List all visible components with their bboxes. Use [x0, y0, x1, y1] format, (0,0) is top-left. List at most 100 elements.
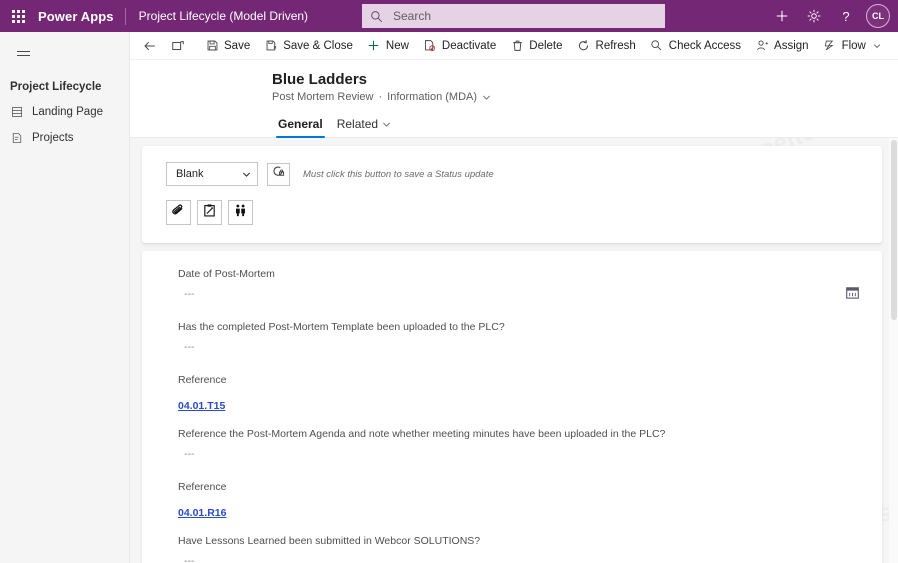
refresh-icon	[577, 39, 591, 53]
status-card: Blank	[142, 146, 882, 243]
field-value[interactable]: ---	[178, 551, 858, 563]
deactivate-icon	[423, 39, 437, 53]
notes-button[interactable]	[197, 200, 222, 225]
status-row: Blank	[166, 162, 858, 186]
chevron-down-icon[interactable]	[482, 93, 491, 102]
field-value[interactable]: ---	[178, 337, 858, 355]
top-header-actions: ? CL	[766, 0, 898, 32]
status-dropdown[interactable]: Blank	[166, 162, 258, 186]
field-label: Reference	[178, 480, 858, 497]
field-label: Reference	[178, 373, 858, 390]
command-label: Delete	[529, 40, 562, 52]
new-record-button[interactable]: New	[360, 33, 416, 59]
global-search[interactable]	[362, 4, 665, 28]
sidebar-item-projects[interactable]: Projects	[0, 125, 129, 151]
field-label: Has the completed Post-Mortem Template b…	[178, 320, 858, 337]
field-date-of-post-mortem: Date of Post-Mortem ---	[142, 267, 882, 302]
command-label: Deactivate	[442, 40, 496, 52]
popout-button[interactable]	[164, 33, 192, 59]
form-canvas: onceitolabs onceitolabs onceitolabs once…	[130, 138, 898, 563]
tab-general[interactable]: General	[272, 114, 329, 137]
vertical-scrollbar[interactable]	[889, 138, 898, 563]
sidebar-collapse-button[interactable]	[3, 37, 43, 69]
calendar-icon[interactable]	[845, 285, 860, 300]
power-apps-window: Power Apps Project Lifecycle (Model Driv…	[0, 0, 898, 563]
chevron-down-icon	[382, 120, 391, 129]
page-title: Blue Ladders	[130, 70, 898, 89]
refresh-button[interactable]: Refresh	[570, 33, 643, 59]
save-close-icon	[264, 39, 278, 53]
popout-icon	[171, 39, 185, 53]
status-dropdown-value: Blank	[176, 168, 204, 180]
chevron-down-icon	[242, 170, 251, 179]
sidebar-title: Project Lifecycle	[0, 69, 129, 99]
notes-icon	[202, 203, 217, 223]
field-label: Date of Post-Mortem	[178, 267, 858, 284]
app-launcher-button[interactable]	[0, 0, 36, 32]
app-name-label[interactable]: Project Lifecycle (Model Driven)	[126, 9, 308, 23]
command-label: Check Access	[669, 40, 741, 52]
form-header: Blue Ladders Post Mortem Review · Inform…	[130, 60, 898, 138]
reference-link[interactable]: 04.01.R16	[178, 506, 226, 519]
field-value[interactable]: ---	[178, 284, 858, 302]
field-link-wrap: 04.01.R16	[178, 497, 858, 521]
search-icon	[370, 10, 384, 23]
plus-icon	[367, 39, 381, 53]
field-spacer	[142, 521, 882, 534]
hamburger-icon-line	[17, 51, 30, 52]
tab-related[interactable]: Related	[331, 114, 397, 137]
sidebar-item-landing-page[interactable]: Landing Page	[0, 99, 129, 125]
field-spacer	[142, 462, 882, 480]
field-label: Reference the Post-Mortem Agenda and not…	[178, 427, 858, 444]
brand-label: Power Apps	[36, 9, 125, 24]
people-button[interactable]	[228, 200, 253, 225]
status-card-body: Blank	[142, 146, 882, 243]
help-button[interactable]: ?	[830, 0, 862, 32]
scrollbar-thumb[interactable]	[891, 140, 897, 320]
form-tabs: General Related	[130, 114, 898, 138]
tab-label: Related	[337, 117, 378, 131]
question-mark-icon: ?	[842, 9, 849, 24]
field-link-wrap: 04.01.T15	[178, 390, 858, 414]
breadcrumb-form[interactable]: Information (MDA)	[387, 91, 477, 103]
more-commands-button[interactable]	[888, 33, 898, 59]
field-post-mortem-template-uploaded: Has the completed Post-Mortem Template b…	[142, 320, 882, 355]
field-spacer	[142, 414, 882, 427]
user-avatar[interactable]: CL	[866, 4, 890, 28]
attachment-icon	[171, 203, 186, 223]
field-reference-2: Reference 04.01.R16	[142, 480, 882, 521]
people-icon	[233, 203, 248, 223]
delete-button[interactable]: Delete	[503, 33, 569, 59]
assign-icon	[755, 39, 769, 53]
breadcrumb-entity[interactable]: Post Mortem Review	[272, 91, 373, 103]
command-bar: Save Save & Close	[130, 32, 898, 60]
field-label: Have Lessons Learned been submitted in W…	[178, 534, 858, 551]
command-label: Assign	[774, 40, 809, 52]
back-button[interactable]	[136, 33, 164, 59]
record-tool-buttons	[166, 200, 858, 225]
sidebar-item-label: Projects	[32, 132, 74, 144]
check-access-button[interactable]: Check Access	[643, 33, 748, 59]
save-button[interactable]: Save	[198, 33, 257, 59]
sidebar-item-label: Landing Page	[32, 106, 103, 118]
deactivate-button[interactable]: Deactivate	[416, 33, 503, 59]
flow-button[interactable]: Flow	[816, 33, 888, 59]
attachment-button[interactable]	[166, 200, 191, 225]
avatar-initials: CL	[872, 11, 884, 21]
assign-button[interactable]: Assign	[748, 33, 816, 59]
save-and-close-button[interactable]: Save & Close	[257, 33, 360, 59]
save-status-button[interactable]	[267, 163, 290, 186]
landing-page-icon	[10, 106, 23, 119]
field-lessons-learned-submitted: Have Lessons Learned been submitted in W…	[142, 534, 882, 563]
new-button[interactable]	[766, 0, 798, 32]
field-value[interactable]: ---	[178, 444, 858, 462]
reference-link[interactable]: 04.01.T15	[178, 399, 225, 412]
trash-icon	[510, 39, 524, 53]
settings-button[interactable]	[798, 0, 830, 32]
breadcrumb: Post Mortem Review · Information (MDA)	[130, 91, 898, 103]
tab-label: General	[278, 117, 323, 131]
body-area: Project Lifecycle Landing Page	[0, 32, 898, 563]
search-input[interactable]	[391, 8, 657, 24]
command-label: Flow	[842, 40, 866, 52]
waffle-icon	[12, 10, 25, 23]
